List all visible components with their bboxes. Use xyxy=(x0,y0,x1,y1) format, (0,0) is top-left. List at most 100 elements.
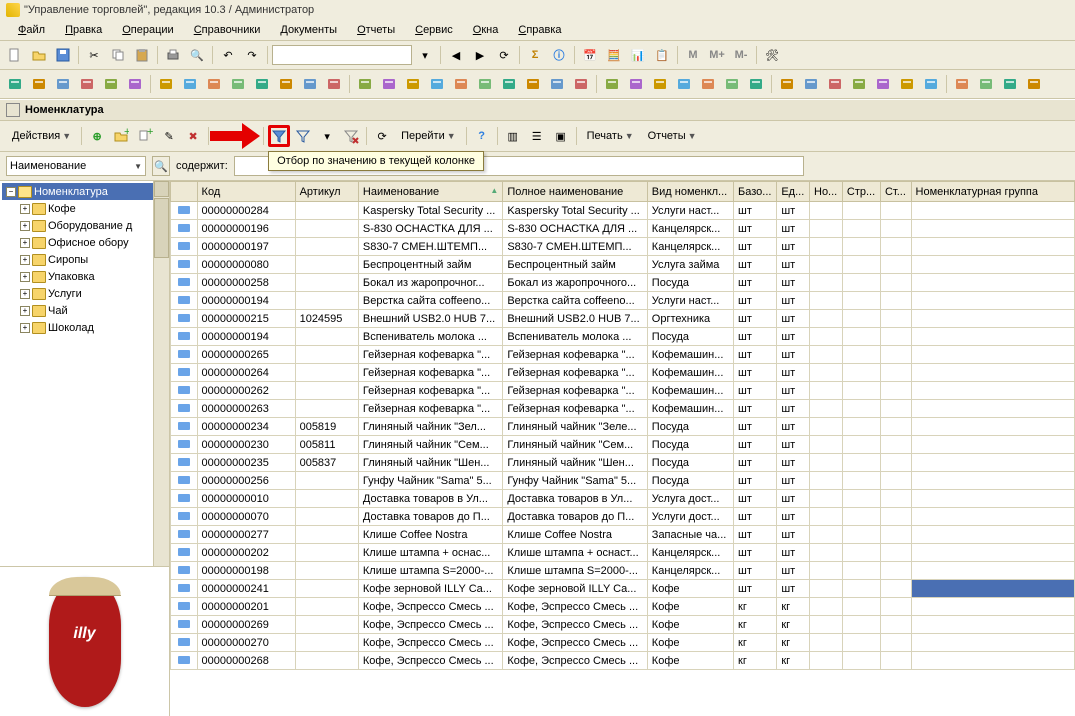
tree-item[interactable]: +Чай xyxy=(2,302,167,319)
app-toolbar-icon-30[interactable] xyxy=(745,73,767,95)
menu-справочники[interactable]: Справочники xyxy=(184,22,271,38)
app-toolbar-icon-7[interactable] xyxy=(179,73,201,95)
expand-icon[interactable]: + xyxy=(20,306,30,316)
table-row[interactable]: 00000000010Доставка товаров в Ул...Доста… xyxy=(171,490,1075,508)
table-row[interactable]: 00000000070Доставка товаров до П...Доста… xyxy=(171,508,1075,526)
filter-list-icon[interactable] xyxy=(292,125,314,147)
filter-clear-icon[interactable] xyxy=(340,125,362,147)
chart-icon[interactable]: 📊 xyxy=(627,44,649,66)
app-toolbar-icon-3[interactable] xyxy=(76,73,98,95)
tree-item[interactable]: +Шоколад xyxy=(2,319,167,336)
table-row[interactable]: 00000000256Гунфу Чайник "Sama" 5...Гунфу… xyxy=(171,472,1075,490)
reports-menu[interactable]: Отчеты▼ xyxy=(642,128,703,144)
col-header[interactable]: Вид номенкл... xyxy=(647,182,733,202)
table-row[interactable]: 00000000202Клише штампа + оснас...Клише … xyxy=(171,544,1075,562)
app-toolbar-icon-40[interactable] xyxy=(999,73,1021,95)
tree-item[interactable]: +Упаковка xyxy=(2,268,167,285)
app-toolbar-icon-28[interactable] xyxy=(697,73,719,95)
table-row[interactable]: 00000000230005811Глиняный чайник "Сем...… xyxy=(171,436,1075,454)
tree-item[interactable]: +Сиропы xyxy=(2,251,167,268)
table-row[interactable]: 00000000263Гейзерная кофеварка "...Гейзе… xyxy=(171,400,1075,418)
menu-окна[interactable]: Окна xyxy=(463,22,509,38)
app-toolbar-icon-25[interactable] xyxy=(625,73,647,95)
move-icon[interactable]: ⇵ xyxy=(237,125,259,147)
nav-fwd-icon[interactable]: ▶ xyxy=(469,44,491,66)
app-toolbar-icon-35[interactable] xyxy=(872,73,894,95)
app-toolbar-icon-24[interactable] xyxy=(601,73,623,95)
app-toolbar-icon-39[interactable] xyxy=(975,73,997,95)
m-minus-icon[interactable]: M- xyxy=(730,44,752,66)
app-toolbar-icon-4[interactable] xyxy=(100,73,122,95)
menu-правка[interactable]: Правка xyxy=(55,22,112,38)
paste-icon[interactable] xyxy=(131,44,153,66)
tree-item[interactable]: +Оборудование д xyxy=(2,217,167,234)
col-header[interactable]: Ед... xyxy=(777,182,810,202)
add-folder-icon[interactable]: + xyxy=(110,125,132,147)
refresh-icon[interactable]: ⟳ xyxy=(493,44,515,66)
nav-back-icon[interactable]: ◀ xyxy=(445,44,467,66)
calc-icon[interactable]: 🧮 xyxy=(603,44,625,66)
table-row[interactable]: 00000000196S-830 ОСНАСТКА ДЛЯ ...S-830 О… xyxy=(171,220,1075,238)
item-icon[interactable]: ☰ xyxy=(526,125,548,147)
table-row[interactable]: 00000000198Клише штампа S=2000-...Клише … xyxy=(171,562,1075,580)
menu-операции[interactable]: Операции xyxy=(112,22,183,38)
table-row[interactable]: 00000000265Гейзерная кофеварка "...Гейзе… xyxy=(171,346,1075,364)
col-header[interactable]: Полное наименование xyxy=(503,182,647,202)
table-row[interactable]: 00000000235005837Глиняный чайник "Шен...… xyxy=(171,454,1075,472)
app-toolbar-icon-17[interactable] xyxy=(426,73,448,95)
col-header[interactable]: Но... xyxy=(810,182,843,202)
app-toolbar-icon-13[interactable] xyxy=(323,73,345,95)
tree-item[interactable]: +Офисное обору xyxy=(2,234,167,251)
table-row[interactable]: 00000000234005819Глиняный чайник "Зел...… xyxy=(171,418,1075,436)
app-toolbar-icon-31[interactable] xyxy=(776,73,798,95)
col-header[interactable]: Базо... xyxy=(734,182,777,202)
table-row[interactable]: 00000000194Вспениватель молока ...Вспени… xyxy=(171,328,1075,346)
save-icon[interactable] xyxy=(52,44,74,66)
menu-сервис[interactable]: Сервис xyxy=(405,22,463,38)
app-toolbar-icon-15[interactable] xyxy=(378,73,400,95)
app-toolbar-icon-10[interactable] xyxy=(251,73,273,95)
dropdown-icon[interactable]: ▾ xyxy=(414,44,436,66)
menu-файл[interactable]: Файл xyxy=(8,22,55,38)
tree-item[interactable]: +Услуги xyxy=(2,285,167,302)
app-toolbar-icon-0[interactable] xyxy=(4,73,26,95)
undo-icon[interactable]: ↶ xyxy=(217,44,239,66)
expand-icon[interactable]: + xyxy=(20,323,30,333)
table-row[interactable]: 00000000258Бокал из жаропрочног...Бокал … xyxy=(171,274,1075,292)
app-toolbar-icon-14[interactable] xyxy=(354,73,376,95)
app-toolbar-icon-21[interactable] xyxy=(522,73,544,95)
app-toolbar-icon-20[interactable] xyxy=(498,73,520,95)
col-header[interactable]: Ст... xyxy=(880,182,911,202)
tree-root[interactable]: −Номенклатура xyxy=(2,183,167,200)
sum-icon[interactable]: Σ xyxy=(524,44,546,66)
app-toolbar-icon-5[interactable] xyxy=(124,73,146,95)
expand-icon[interactable]: + xyxy=(20,238,30,248)
app-toolbar-icon-26[interactable] xyxy=(649,73,671,95)
hierarchy-icon[interactable]: ☷ xyxy=(213,125,235,147)
col-header[interactable]: Наименование▲ xyxy=(358,182,502,202)
expand-icon[interactable]: + xyxy=(20,204,30,214)
quick-search-input[interactable] xyxy=(272,45,412,65)
app-toolbar-icon-2[interactable] xyxy=(52,73,74,95)
help-icon[interactable]: ? xyxy=(471,125,493,147)
edit-icon[interactable]: ✎ xyxy=(158,125,180,147)
expand-icon[interactable]: + xyxy=(20,289,30,299)
table-row[interactable]: 00000000277Клише Coffee NostraКлише Coff… xyxy=(171,526,1075,544)
app-toolbar-icon-8[interactable] xyxy=(203,73,225,95)
calendar-icon[interactable]: 📅 xyxy=(579,44,601,66)
info-icon[interactable]: ⓘ xyxy=(548,44,570,66)
col-header[interactable]: Стр... xyxy=(842,182,880,202)
col-header[interactable] xyxy=(171,182,198,202)
app-toolbar-icon-38[interactable] xyxy=(951,73,973,95)
app-toolbar-icon-18[interactable] xyxy=(450,73,472,95)
app-toolbar-icon-16[interactable] xyxy=(402,73,424,95)
col-header[interactable]: Артикул xyxy=(295,182,358,202)
settings-icon[interactable]: 🛠 xyxy=(761,44,783,66)
expand-icon[interactable]: + xyxy=(20,272,30,282)
app-toolbar-icon-29[interactable] xyxy=(721,73,743,95)
table-row[interactable]: 000000002151024595Внешний USB2.0 HUB 7..… xyxy=(171,310,1075,328)
open-icon[interactable] xyxy=(28,44,50,66)
add-icon[interactable]: ⊕ xyxy=(86,125,108,147)
copy-item-icon[interactable]: + xyxy=(134,125,156,147)
barcode-icon[interactable]: ▥ xyxy=(502,125,524,147)
